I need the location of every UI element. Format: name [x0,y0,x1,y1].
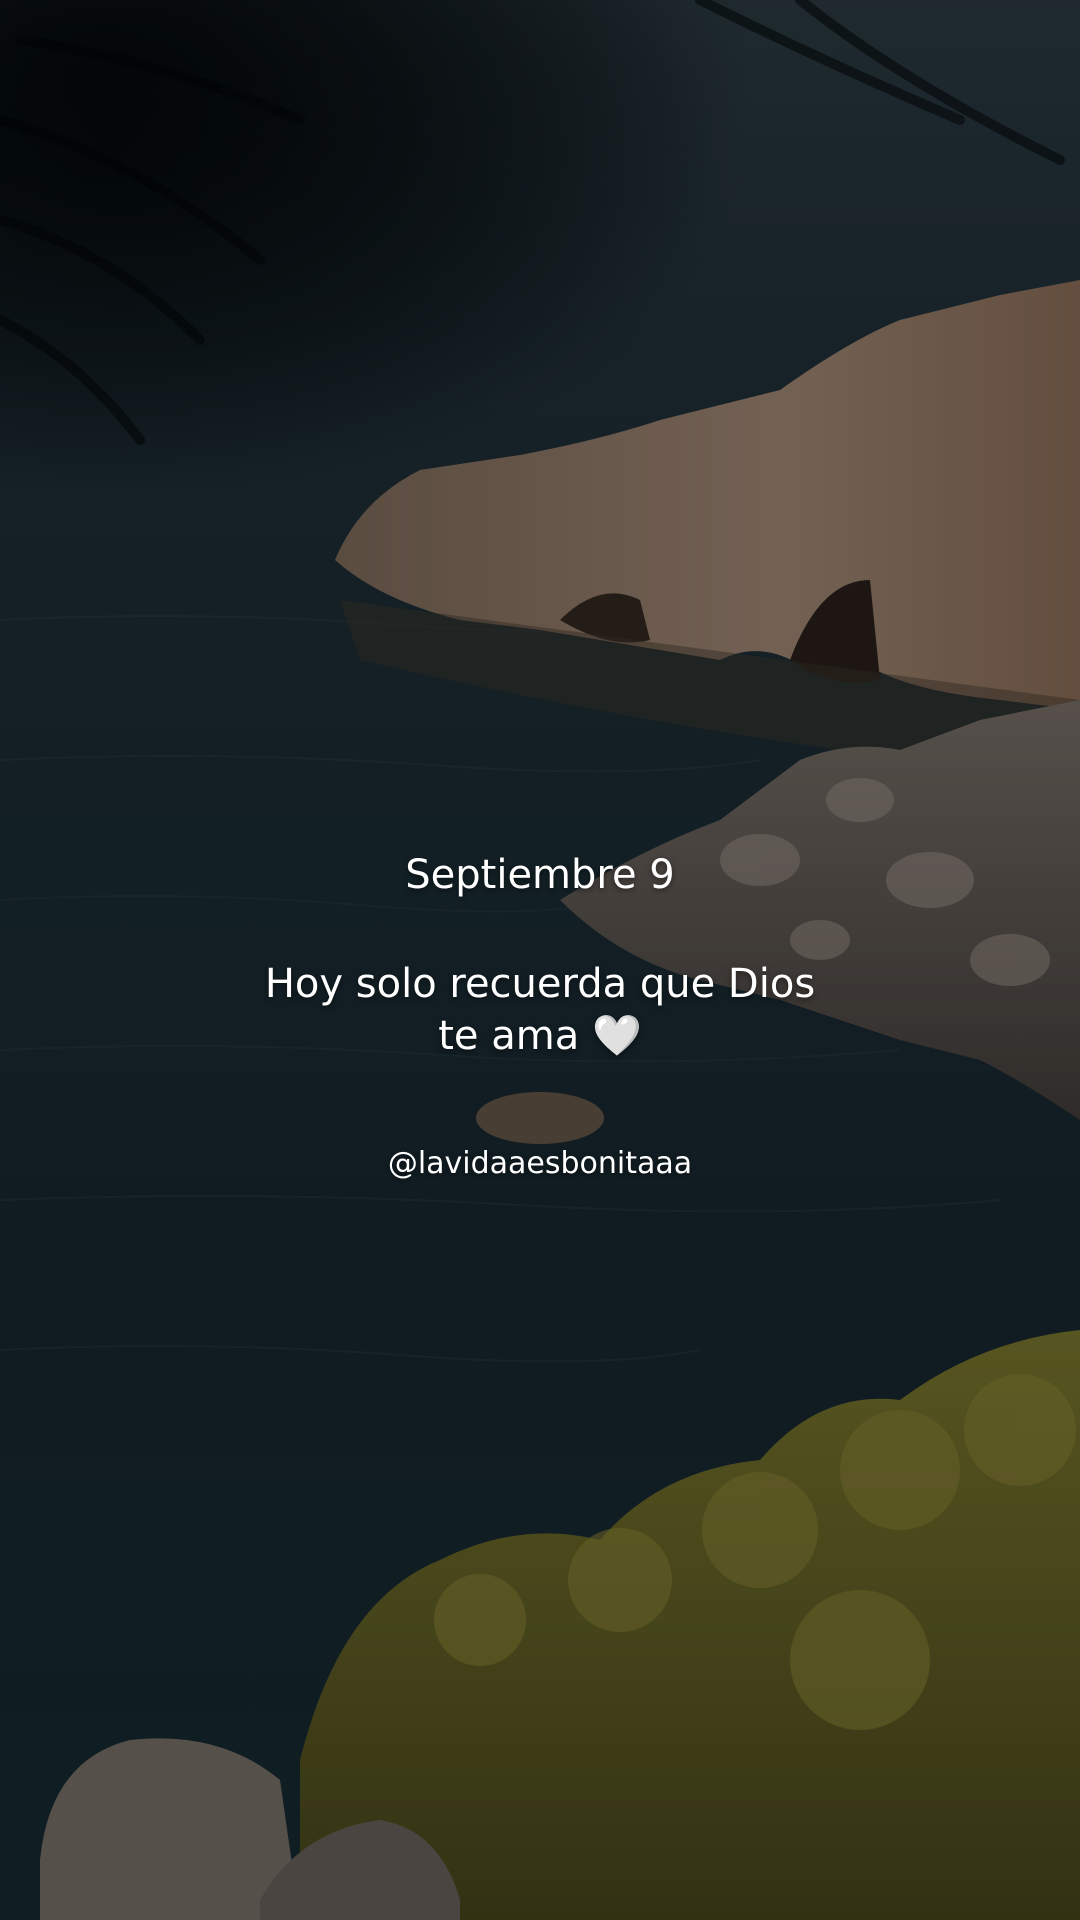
post-date: Septiembre 9 [405,852,675,898]
story-frame: Septiembre 9 Hoy solo recuerda que Dios … [0,0,1080,1920]
post-message-line2: te ama 🤍 [438,1013,642,1059]
post-message-line1: Hoy solo recuerda que Dios [264,961,816,1007]
post-message: Hoy solo recuerda que Dios te ama 🤍 [0,958,1080,1062]
author-handle: @lavidaaesbonitaaa [387,1146,693,1181]
